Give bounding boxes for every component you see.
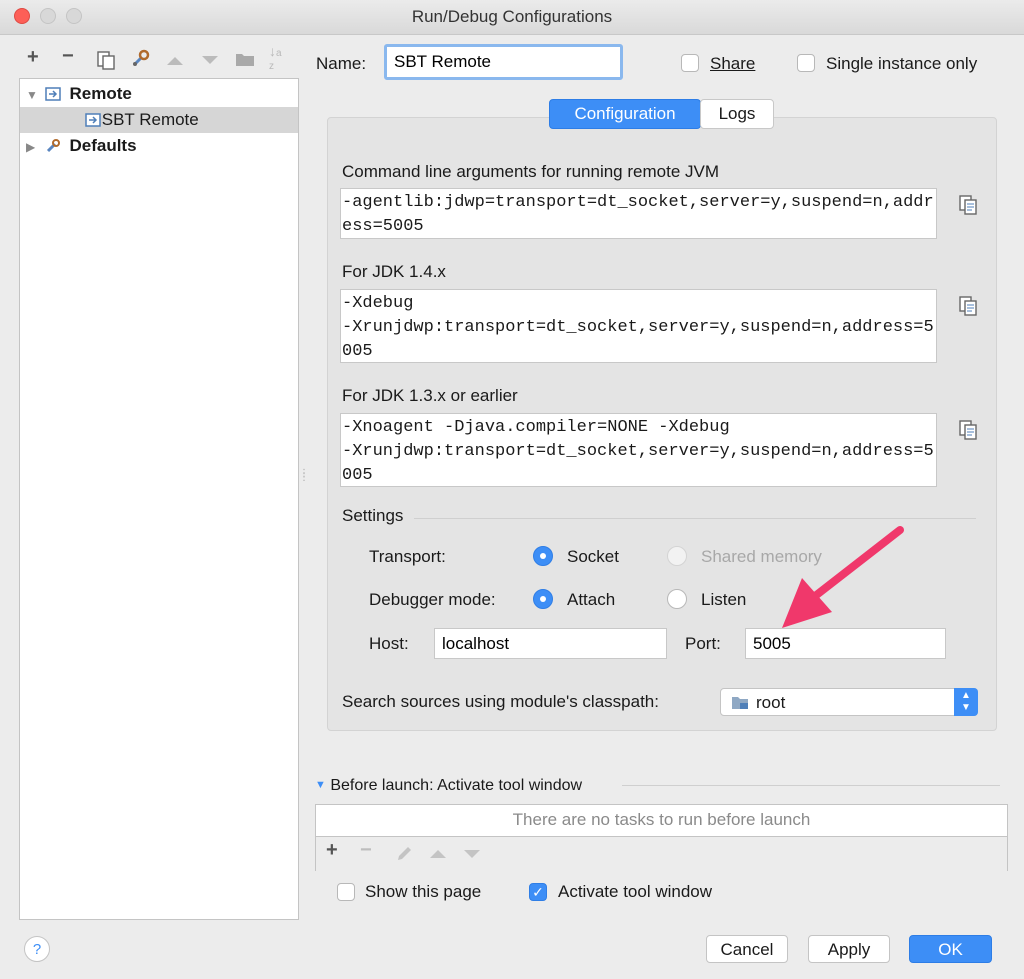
single-instance-checkbox[interactable]	[797, 54, 815, 72]
tree-item-label: Remote	[69, 84, 132, 103]
cmdline-args-field[interactable]: -agentlib:jdwp=transport=dt_socket,serve…	[340, 188, 937, 239]
before-launch-header[interactable]: ▼ Before launch: Activate tool window	[315, 777, 582, 795]
cancel-button[interactable]: Cancel	[706, 935, 788, 963]
splitter-handle[interactable]: ⋮ ⋮	[299, 469, 309, 483]
port-label: Port:	[685, 634, 721, 653]
jdk13-args-field[interactable]: -Xnoagent -Djava.compiler=NONE -Xdebug -…	[340, 413, 937, 487]
move-down-icon[interactable]	[201, 54, 219, 66]
before-launch-task-list[interactable]: There are no tasks to run before launch …	[315, 804, 1008, 871]
settings-separator	[414, 518, 976, 519]
share-checkbox[interactable]	[681, 54, 699, 72]
module-folder-icon	[732, 697, 748, 709]
collapse-arrow-icon[interactable]: ▶	[26, 134, 40, 160]
host-label: Host:	[369, 634, 409, 653]
move-task-up-icon[interactable]	[429, 848, 447, 860]
host-input[interactable]	[434, 628, 667, 659]
module-classpath-select[interactable]: root ▲ ▼	[720, 688, 978, 716]
name-label: Name:	[316, 54, 367, 73]
tree-item-sbt-remote[interactable]: SBT Remote	[20, 107, 298, 133]
annotation-arrow-icon	[782, 526, 904, 628]
jdk14-args-field[interactable]: -Xdebug -Xrunjdwp:transport=dt_socket,se…	[340, 289, 937, 363]
expand-arrow-icon[interactable]: ▼	[26, 82, 40, 108]
tree-item-label: SBT Remote	[101, 110, 199, 129]
title-bar: Run/Debug Configurations	[0, 0, 1024, 35]
transport-label: Transport:	[369, 547, 446, 566]
settings-title: Settings	[342, 506, 404, 525]
tasks-toolbar: + −	[316, 836, 1007, 871]
window-title: Run/Debug Configurations	[411, 7, 613, 26]
configuration-tree[interactable]: ▼ Remote SBT Remote ▶ Defaults	[19, 78, 299, 920]
jdk13-label: For JDK 1.3.x or earlier	[342, 386, 518, 405]
tree-item-defaults[interactable]: ▶ Defaults	[26, 133, 137, 159]
remove-configuration-button[interactable]: −	[62, 45, 74, 68]
transport-socket-label: Socket	[567, 547, 619, 566]
wrench-icon[interactable]	[130, 49, 152, 69]
add-configuration-button[interactable]: +	[27, 46, 39, 69]
remote-config-icon	[44, 87, 61, 101]
copy-to-clipboard-icon[interactable]	[958, 194, 978, 216]
copy-to-clipboard-icon[interactable]	[958, 295, 978, 317]
before-launch-separator	[622, 785, 1000, 786]
empty-tasks-text: There are no tasks to run before launch	[512, 810, 811, 829]
help-button[interactable]: ?	[24, 936, 50, 962]
name-input[interactable]	[384, 44, 623, 80]
before-launch-title: Before launch: Activate tool window	[330, 777, 583, 794]
move-up-icon[interactable]	[166, 54, 184, 66]
run-debug-configurations-dialog: Run/Debug Configurations + − ↓a z ▼ Remot…	[0, 0, 1024, 979]
folder-icon[interactable]	[235, 51, 255, 67]
tree-item-remote[interactable]: ▼ Remote	[26, 81, 132, 107]
debugger-mode-label: Debugger mode:	[369, 590, 496, 609]
share-label: Share	[710, 54, 756, 73]
activate-tool-window-label: Activate tool window	[558, 882, 713, 901]
cmdline-label: Command line arguments for running remot…	[342, 162, 719, 181]
wrench-icon	[46, 139, 60, 153]
show-this-page-checkbox[interactable]	[337, 883, 355, 901]
mode-listen-radio[interactable]	[667, 589, 687, 609]
transport-shared-memory-radio[interactable]	[667, 546, 687, 566]
collapse-triangle-icon[interactable]: ▼	[315, 779, 326, 791]
jdk14-label: For JDK 1.4.x	[342, 262, 446, 281]
add-task-button[interactable]: +	[326, 839, 338, 862]
single-instance-label: Single instance only	[826, 54, 978, 73]
remove-task-button[interactable]: −	[360, 839, 372, 862]
remote-config-icon	[84, 113, 101, 127]
module-classpath-value: root	[756, 693, 786, 712]
ok-button[interactable]: OK	[909, 935, 992, 963]
edit-task-pencil-icon[interactable]	[395, 845, 413, 863]
tab-configuration[interactable]: Configuration	[549, 99, 701, 129]
tree-item-label: Defaults	[69, 136, 137, 155]
activate-tool-window-checkbox[interactable]: ✓	[529, 883, 547, 901]
copy-icon[interactable]	[96, 50, 116, 70]
tab-logs[interactable]: Logs	[700, 99, 774, 129]
chevron-updown-icon[interactable]: ▲ ▼	[954, 688, 978, 716]
move-task-down-icon[interactable]	[463, 848, 481, 860]
mode-attach-label: Attach	[567, 590, 616, 609]
sort-icon[interactable]: ↓a z	[269, 44, 282, 72]
classpath-label: Search sources using module's classpath:	[342, 692, 659, 711]
mode-attach-radio[interactable]	[533, 589, 553, 609]
transport-socket-radio[interactable]	[533, 546, 553, 566]
copy-to-clipboard-icon[interactable]	[958, 419, 978, 441]
apply-button[interactable]: Apply	[808, 935, 890, 963]
show-this-page-label: Show this page	[365, 882, 482, 901]
mode-listen-label: Listen	[701, 590, 747, 609]
